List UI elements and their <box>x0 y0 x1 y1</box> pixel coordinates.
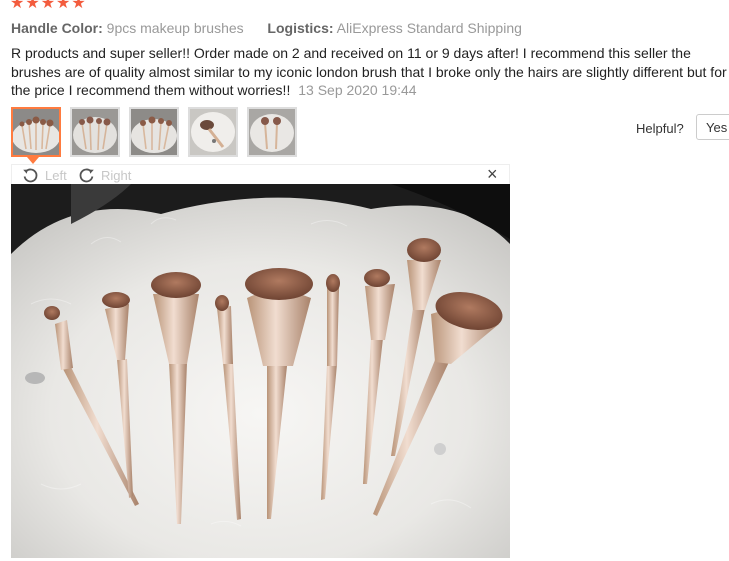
rotate-left-label: Left <box>45 167 67 183</box>
image-viewer-toolbar: Left Right × <box>11 164 510 184</box>
rotate-right-button[interactable]: Right <box>78 165 131 185</box>
review-card: ★★★★★ Handle Color: 9pcs makeup brushes … <box>0 0 729 561</box>
rotate-right-label: Right <box>101 167 132 183</box>
thumbnail-3[interactable] <box>129 107 179 157</box>
review-photo-large <box>11 184 510 558</box>
helpful-label: Helpful? <box>636 121 684 136</box>
review-body: R products and super seller!! Order made… <box>11 44 729 100</box>
close-icon[interactable]: × <box>487 164 498 184</box>
thumbnail-strip <box>11 107 297 157</box>
logistics-value: AliExpress Standard Shipping <box>336 20 522 36</box>
thumbnail-1[interactable] <box>11 107 61 157</box>
logistics-label: Logistics: <box>267 20 334 36</box>
rotate-left-button[interactable]: Left <box>22 165 67 185</box>
review-meta: Handle Color: 9pcs makeup brushes Logist… <box>11 20 522 36</box>
helpful-yes-button[interactable]: Yes <box>696 114 729 140</box>
thumbnail-2[interactable] <box>70 107 120 157</box>
rotate-left-icon <box>23 168 38 182</box>
handle-color-label: Handle Color: <box>11 20 103 36</box>
thumbnail-4[interactable] <box>188 107 238 157</box>
active-thumbnail-caret <box>27 157 39 164</box>
thumbnail-5[interactable] <box>247 107 297 157</box>
handle-color-value: 9pcs makeup brushes <box>106 20 244 36</box>
rotate-right-icon <box>79 168 94 182</box>
review-date: 13 Sep 2020 19:44 <box>298 82 417 98</box>
star-rating: ★★★★★ <box>10 0 87 12</box>
